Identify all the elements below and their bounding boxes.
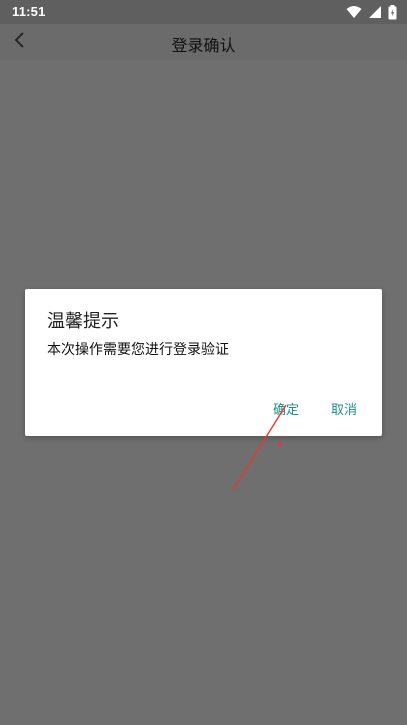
status-bar: 11:51 (0, 0, 407, 24)
title-bar: 登录确认 (0, 24, 407, 60)
status-icons (346, 4, 397, 20)
dialog-title: 温馨提示 (47, 311, 119, 332)
confirm-button[interactable]: 确定 (273, 399, 299, 418)
confirm-dialog: 温馨提示 本次操作需要您进行登录验证 确定 取消 (25, 289, 382, 436)
page-title: 登录确认 (171, 36, 236, 55)
battery-icon (388, 4, 397, 20)
cancel-button[interactable]: 取消 (331, 399, 357, 418)
cell-signal-icon (368, 5, 382, 19)
status-time: 11:51 (12, 4, 46, 19)
wifi-icon (346, 5, 362, 19)
dialog-actions: 确定 取消 (273, 399, 357, 418)
dialog-message: 本次操作需要您进行登录验证 (47, 342, 229, 358)
